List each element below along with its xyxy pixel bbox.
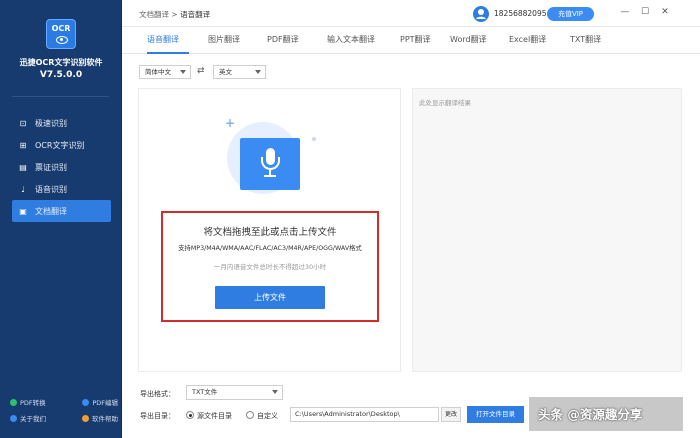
tab-image-translate[interactable]: 图片翻译: [208, 34, 240, 45]
chevron-down-icon: [180, 70, 186, 74]
help-icon: [82, 414, 89, 422]
help-link[interactable]: 软件帮助: [82, 413, 118, 423]
breadcrumb-parent[interactable]: 文档翻译: [139, 10, 169, 19]
eye-icon: [56, 36, 68, 44]
source-language-select[interactable]: 简体中文: [139, 65, 191, 79]
pdf-edit-link[interactable]: PDF编辑: [82, 397, 118, 407]
export-dir-label: 导出目录：: [140, 412, 175, 420]
dot-decoration: [312, 137, 316, 141]
breadcrumb: 文档翻译 > 语音翻译: [139, 9, 210, 20]
sidebar-nav: ⊡ 极速识别 ⊞ OCR文字识别 ▤ 票证识别 ♩ 语音识别 ▣ 文档翻译: [0, 112, 122, 222]
sidebar-divider: [12, 96, 109, 97]
drop-zone-title: 将文档拖拽至此或点击上传文件: [203, 227, 337, 238]
translate-tabs: 语音翻译 图片翻译 PDF翻译 输入文本翻译 PPT翻译 Word翻译 Exce…: [122, 27, 700, 54]
tab-voice-translate[interactable]: 语音翻译: [147, 34, 179, 45]
export-format-select[interactable]: TXT文件: [186, 385, 283, 400]
swap-language-icon[interactable]: ⇄: [197, 66, 205, 76]
tab-excel-translate[interactable]: Excel翻译: [509, 34, 546, 45]
user-phone[interactable]: 18256882095: [494, 9, 547, 18]
topbar: 文档翻译 > 语音翻译 18256882095 充值VIP — ☐ ✕: [122, 0, 700, 27]
sidebar-item-label: 文档翻译: [35, 206, 67, 216]
sidebar-item-doc-translate[interactable]: ▣ 文档翻译: [12, 200, 111, 222]
scan-icon: ⊡: [19, 118, 27, 128]
export-format-label: 导出格式：: [140, 390, 175, 398]
watermark-text: 头条 @资源趣分享: [538, 407, 643, 422]
duration-limit-note: 一月内语音文件总时长不得超过30小时: [213, 263, 327, 271]
custom-dir-label[interactable]: 自定义: [257, 411, 278, 421]
source-dir-label[interactable]: 源文件目录: [197, 411, 232, 421]
pdf-convert-link[interactable]: PDF转换: [10, 397, 46, 407]
minimize-icon[interactable]: —: [618, 5, 632, 19]
source-dir-radio[interactable]: [186, 411, 194, 419]
ocr-icon: ⊞: [19, 140, 27, 150]
user-avatar-icon[interactable]: [473, 6, 489, 22]
chevron-down-icon: [272, 390, 278, 394]
export-format-value: TXT文件: [192, 388, 218, 396]
supported-formats: 支持MP3/M4A/WMA/AAC/FLAC/AC3/M4R/APE/OGG/W…: [178, 245, 362, 252]
close-icon[interactable]: ✕: [658, 5, 672, 19]
translation-result-panel[interactable]: 此处显示翻译结果: [412, 88, 682, 372]
sidebar-item-voice[interactable]: ♩ 语音识别: [12, 178, 111, 200]
target-language-value: 英文: [219, 68, 232, 76]
target-language-select[interactable]: 英文: [213, 65, 266, 79]
tab-text-translate[interactable]: 输入文本翻译: [327, 34, 375, 45]
tab-ppt-translate[interactable]: PPT翻译: [400, 34, 431, 45]
tab-pdf-translate[interactable]: PDF翻译: [267, 34, 299, 45]
logo-text: OCR: [51, 24, 71, 33]
active-tab-indicator: [147, 52, 189, 54]
microphone-icon: [240, 138, 300, 190]
change-path-button[interactable]: 更改: [441, 407, 461, 422]
sidebar-item-fast-scan[interactable]: ⊡ 极速识别: [12, 112, 111, 134]
about-icon: [10, 414, 17, 422]
export-path-input[interactable]: C:\Users\Administrator\Desktop\: [290, 407, 439, 422]
about-link[interactable]: 关于我们: [10, 413, 46, 423]
sidebar-item-ocr[interactable]: ⊞ OCR文字识别: [12, 134, 111, 156]
sidebar-item-label: 票证识别: [35, 162, 67, 172]
app-logo: OCR: [46, 19, 76, 49]
tab-txt-translate[interactable]: TXT翻译: [570, 34, 601, 45]
app-name: 迅捷OCR文字识别软件: [19, 58, 103, 67]
ticket-icon: ▤: [19, 162, 27, 172]
help-label: 软件帮助: [92, 415, 118, 423]
sidebar: OCR 迅捷OCR文字识别软件 V7.5.0.0 ⊡ 极速识别 ⊞ OCR文字识…: [0, 0, 122, 438]
result-placeholder: 此处显示翻译结果: [419, 99, 471, 107]
pdf-edit-icon: [82, 398, 90, 406]
pdf-edit-label: PDF编辑: [92, 399, 118, 407]
maximize-icon[interactable]: ☐: [638, 5, 652, 19]
source-language-value: 简体中文: [145, 68, 171, 76]
about-label: 关于我们: [20, 415, 46, 423]
breadcrumb-separator: >: [171, 10, 178, 19]
custom-dir-radio[interactable]: [246, 411, 254, 419]
translate-icon: ▣: [19, 206, 27, 216]
upload-file-button[interactable]: 上传文件: [215, 286, 325, 309]
app-version: V7.5.0.0: [39, 70, 83, 80]
pdf-convert-icon: [10, 398, 17, 406]
plus-decoration-icon: +: [225, 116, 236, 130]
chevron-down-icon: [255, 70, 261, 74]
open-directory-button[interactable]: 打开文件目录: [467, 406, 524, 423]
recharge-vip-button[interactable]: 充值VIP: [547, 7, 594, 21]
sidebar-item-label: OCR文字识别: [35, 140, 85, 150]
pdf-convert-label: PDF转换: [20, 399, 46, 407]
sidebar-item-label: 极速识别: [35, 118, 67, 128]
breadcrumb-current: 语音翻译: [180, 10, 211, 19]
sidebar-item-ticket[interactable]: ▤ 票证识别: [12, 156, 111, 178]
mic-icon: ♩: [21, 184, 25, 194]
sidebar-item-label: 语音识别: [35, 184, 67, 194]
sidebar-bottom-links: PDF转换 PDF编辑 关于我们 软件帮助: [10, 394, 118, 426]
tab-word-translate[interactable]: Word翻译: [450, 34, 487, 45]
